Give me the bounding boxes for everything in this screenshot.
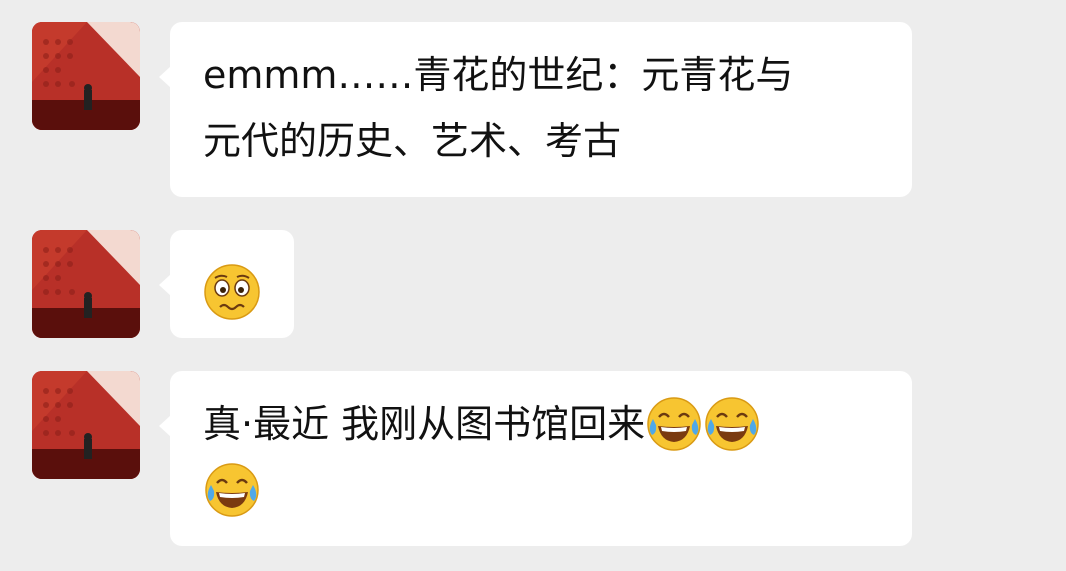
message-bubble[interactable]: emmm……青花的世纪：元青花与 元代的历史、艺术、考古 — [159, 22, 912, 197]
user-avatar-photo-icon — [32, 22, 140, 130]
chat-window: emmm……青花的世纪：元青花与 元代的历史、艺术、考古 真·最近 我刚从图书馆… — [0, 0, 1066, 571]
message-text: emmm……青花的世纪：元青花与 元代的历史、艺术、考古 — [203, 53, 794, 163]
tears-of-joy-icon — [703, 395, 761, 453]
user-avatar-photo-icon — [32, 371, 140, 479]
tears-of-joy-icon — [645, 395, 703, 453]
avatar[interactable] — [32, 22, 140, 130]
avatar[interactable] — [32, 371, 140, 479]
avatar[interactable] — [32, 230, 140, 338]
message-text: 真·最近 我刚从图书馆回来 — [203, 402, 646, 446]
message-bubble[interactable]: 真·最近 我刚从图书馆回来 — [159, 371, 912, 546]
tears-of-joy-icon — [203, 461, 261, 519]
message-line — [203, 457, 878, 523]
user-avatar-photo-icon — [32, 230, 140, 338]
awkward-face-icon — [203, 263, 261, 321]
message-bubble[interactable] — [159, 230, 294, 338]
message-line: 真·最近 我刚从图书馆回来 — [203, 391, 878, 457]
